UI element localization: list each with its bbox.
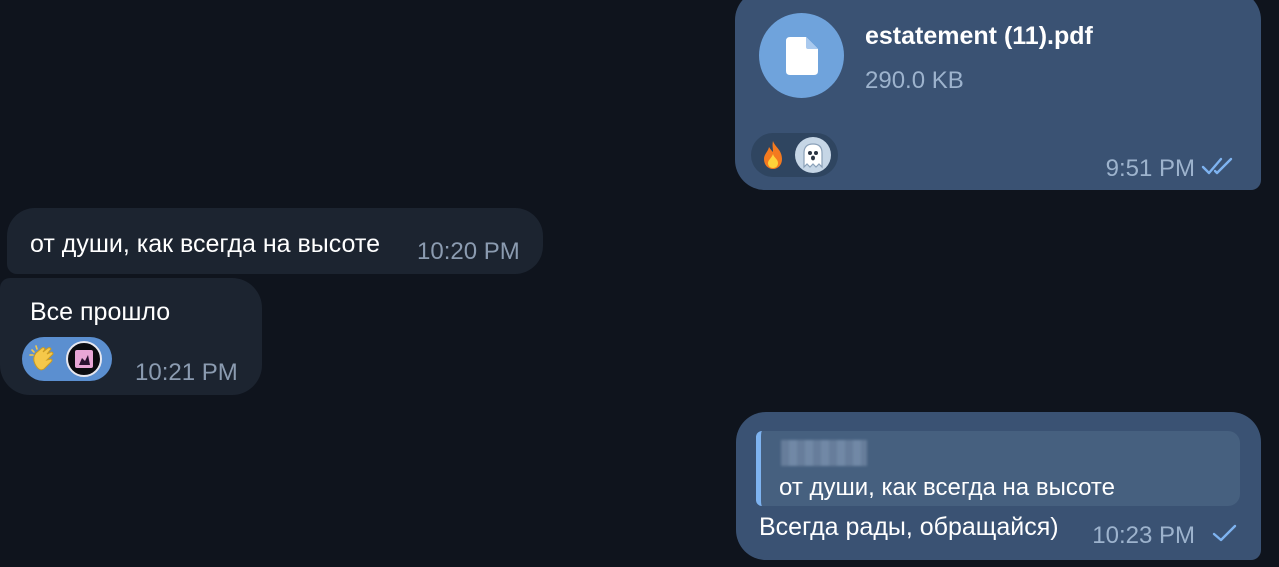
message-time: 10:20 PM — [417, 238, 520, 265]
message-text: от души, как всегда на высоте — [30, 230, 380, 258]
quote-text: от души, как всегда на высоте — [779, 474, 1115, 501]
clapping-hands-emoji-reaction[interactable] — [26, 341, 62, 377]
quote-sender-name-redacted — [781, 440, 867, 466]
message-text: Все прошло — [30, 298, 171, 326]
avatar-image-icon — [75, 350, 93, 368]
double-check-icon — [1201, 157, 1233, 175]
incoming-message-bubble[interactable]: Все прошло 10:21 PM — [0, 278, 262, 395]
file-name[interactable]: estatement (11).pdf — [865, 22, 1093, 51]
fire-emoji-reaction[interactable] — [755, 137, 791, 173]
incoming-message-bubble[interactable]: от души, как всегда на высоте 10:20 PM — [7, 208, 543, 274]
reply-quote[interactable]: от души, как всегда на высоте — [756, 431, 1240, 506]
file-message-bubble[interactable]: estatement (11).pdf 290.0 KB 9:51 PM — [735, 0, 1261, 190]
single-check-icon — [1212, 524, 1237, 542]
message-reactions[interactable] — [751, 133, 838, 177]
message-time: 9:51 PM — [1105, 155, 1195, 182]
message-time: 10:23 PM — [1092, 522, 1195, 549]
reply-message-bubble[interactable]: от души, как всегда на высоте Всегда рад… — [736, 412, 1261, 560]
ghost-emoji-reaction[interactable] — [795, 137, 831, 173]
message-time: 10:21 PM — [135, 359, 238, 386]
document-icon — [786, 37, 818, 75]
file-size: 290.0 KB — [865, 67, 964, 94]
clapping-hands-icon — [29, 345, 54, 371]
message-text: Всегда рады, обращайся) — [759, 513, 1059, 541]
fire-icon — [764, 141, 782, 169]
file-download-button[interactable] — [759, 13, 844, 98]
ghost-icon — [803, 143, 823, 169]
user-avatar-reaction[interactable] — [66, 341, 102, 377]
message-reactions[interactable] — [22, 337, 112, 381]
